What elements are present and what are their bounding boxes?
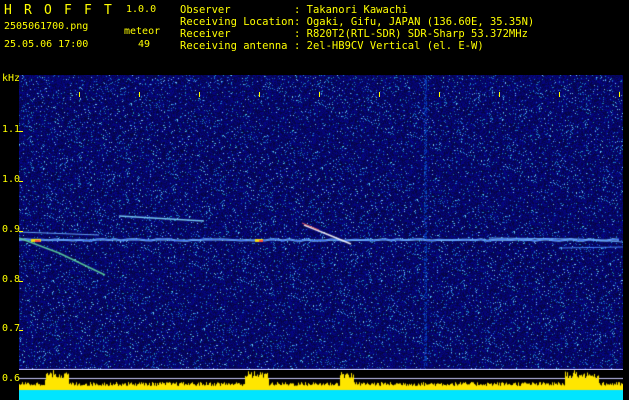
spectrogram-plot: [19, 75, 623, 370]
x-tick-mark: [619, 92, 620, 97]
app-title-letter: T: [104, 3, 112, 18]
x-tick-mark: [319, 92, 320, 97]
y-tick-label: 0.7: [2, 323, 21, 334]
app-title-letter: F: [64, 3, 72, 18]
info-label-antenna: Receiving antenna: [180, 40, 288, 52]
app-title-letter: H: [4, 3, 12, 18]
meteor-count: 49: [138, 39, 151, 50]
x-tick-mark: [379, 92, 380, 97]
y-tick-label: 0.9: [2, 224, 21, 235]
info-label-observer: Observer: [180, 4, 231, 16]
y-tick-label: 1.1: [2, 124, 21, 135]
app-version: 1.0.0: [126, 4, 157, 15]
hrofft-window: H R O F F T 1.0.0 2505061700.png meteor …: [0, 0, 629, 400]
app-title-letter: O: [44, 3, 52, 18]
meteor-label: meteor: [124, 26, 161, 37]
x-tick-mark: [559, 92, 560, 97]
info-label-location: Receiving Location: [180, 16, 294, 28]
y-tick-label: 0.6: [2, 373, 21, 384]
x-tick-mark: [139, 92, 140, 97]
app-title-letter: R: [24, 3, 32, 18]
y-tick-mark: [19, 231, 23, 232]
x-tick-mark: [259, 92, 260, 97]
info-value-location: : Ogaki, Gifu, JAPAN (136.60E, 35.35N): [294, 16, 535, 28]
x-tick-mark: [499, 92, 500, 97]
x-tick-mark: [439, 92, 440, 97]
y-tick-mark: [19, 181, 23, 182]
file-name: 2505061700.png: [4, 21, 89, 32]
app-title-letter: F: [84, 3, 92, 18]
y-tick-label: 0.8: [2, 274, 21, 285]
info-value-receiver: : R820T2(RTL-SDR) SDR-Sharp 53.372MHz: [294, 28, 528, 40]
y-tick-label: 1.0: [2, 174, 21, 185]
y-axis-unit: kHz: [2, 73, 21, 84]
x-tick-mark: [199, 92, 200, 97]
y-tick-mark: [19, 281, 23, 282]
info-value-antenna: : 2el-HB9CV Vertical (el. E-W): [294, 40, 484, 52]
file-datetime: 25.05.06 17:00: [4, 39, 89, 50]
info-label-receiver: Receiver: [180, 28, 231, 40]
y-tick-mark: [19, 131, 23, 132]
y-tick-mark: [19, 330, 23, 331]
info-value-observer: : Takanori Kawachi: [294, 4, 408, 16]
signal-level-strip: [19, 370, 623, 400]
x-tick-mark: [79, 92, 80, 97]
